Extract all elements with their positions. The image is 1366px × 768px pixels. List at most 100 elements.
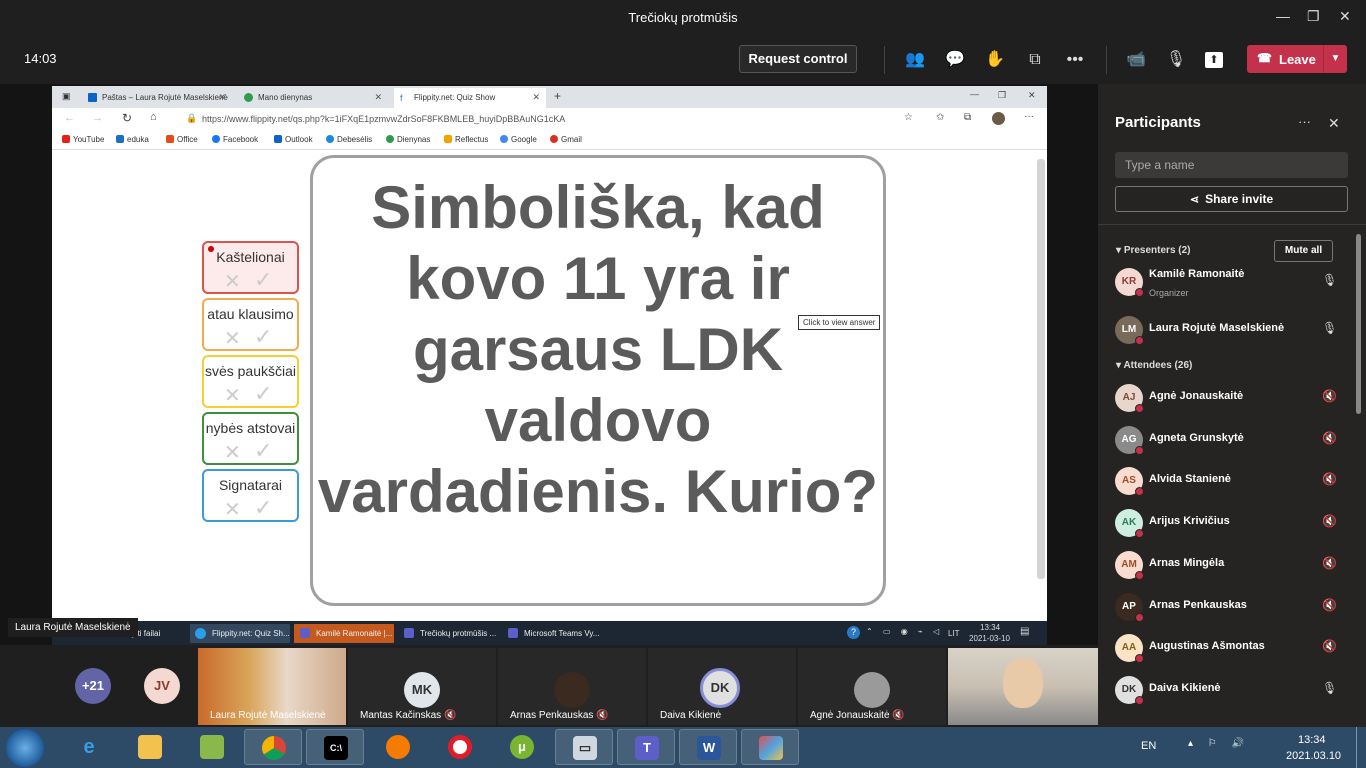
video-tile[interactable]: Agnė Jonauskaitė 🔇 — [798, 648, 946, 725]
taskbar-app[interactable]: μ — [493, 729, 551, 765]
task-item[interactable]: Kamilė Ramonaitė |... — [294, 624, 394, 643]
taskbar-app[interactable] — [183, 729, 241, 765]
correct-icon[interactable]: ✓ — [254, 381, 272, 406]
tab-dienynas[interactable]: Mano dienynas ✕ — [238, 88, 388, 108]
fav-eduka[interactable]: eduka — [116, 135, 149, 144]
participant-row[interactable]: AS Alvida Stanienė 🔇 — [1098, 461, 1366, 501]
participants-icon[interactable]: 👥 — [904, 49, 926, 71]
category-card[interactable]: Kaštelionai ✕ ✓ — [202, 241, 299, 294]
task-item[interactable]: Flippity.net: Quiz Sh... — [190, 624, 290, 643]
video-tile[interactable]: DK Daiva Kikienė — [648, 648, 796, 725]
mic-off-icon[interactable]: 🔇 — [1322, 639, 1337, 653]
fav-dienynas[interactable]: Dienynas — [386, 135, 430, 144]
fav-debeselis[interactable]: Debesėlis — [326, 135, 372, 144]
task-item[interactable]: Microsoft Teams Vy... — [502, 624, 606, 643]
page-scrollbar[interactable] — [1037, 159, 1045, 579]
correct-icon[interactable]: ✓ — [254, 324, 272, 349]
language-indicator[interactable]: LIT — [948, 629, 960, 638]
maximize-icon[interactable]: ❐ — [998, 90, 1006, 101]
tab-actions-icon[interactable]: ▣ — [62, 91, 71, 102]
help-icon[interactable]: ? — [847, 626, 860, 639]
overflow-participants[interactable]: +21 — [75, 668, 111, 704]
participant-row[interactable]: AP Arnas Penkauskas 🔇 — [1098, 587, 1366, 627]
fav-reflectus[interactable]: Reflectus — [444, 135, 488, 144]
home-icon[interactable]: ⌂ — [150, 111, 157, 123]
mic-off-icon[interactable]: 🔇 — [1322, 556, 1337, 570]
self-video-tile[interactable] — [948, 648, 1098, 725]
wrong-icon[interactable]: ✕ — [224, 383, 241, 406]
close-tab-icon[interactable]: ✕ — [532, 92, 540, 103]
language-indicator[interactable]: EN — [1141, 740, 1156, 752]
panel-scrollbar[interactable] — [1356, 234, 1361, 414]
microphone-icon[interactable]: 🎙 — [1322, 681, 1337, 695]
video-tile[interactable]: Arnas Penkauskas 🔇 — [498, 648, 646, 725]
mute-all-button[interactable]: Mute all — [1274, 240, 1333, 262]
video-tile[interactable]: Laura Rojutė Maselskienė — [198, 648, 346, 725]
correct-icon[interactable]: ✓ — [254, 267, 272, 292]
category-card[interactable]: atau klausimo ✕ ✓ — [202, 298, 299, 351]
mic-off-icon[interactable]: 🔇 — [1322, 598, 1337, 612]
clock-date[interactable]: 2021.03.10 — [1286, 750, 1341, 762]
fav-google[interactable]: Google — [500, 135, 537, 144]
minimize-icon[interactable]: — — [970, 89, 979, 99]
presenters-header[interactable]: ▾ Presenters (2) — [1116, 245, 1191, 256]
category-card[interactable]: Signatarai ✕ ✓ — [202, 469, 299, 522]
close-tab-icon[interactable]: ✕ — [374, 92, 382, 103]
mic-off-icon[interactable]: 🔇 — [1322, 431, 1337, 445]
microphone-icon[interactable]: 🎙 — [1165, 49, 1187, 71]
participant-avatar[interactable]: JV — [144, 668, 180, 704]
share-invite-button[interactable]: ⋖ Share invite — [1115, 186, 1348, 212]
new-tab-icon[interactable]: + — [554, 89, 561, 103]
participant-row[interactable]: LM Laura Rojutė Maselskienė 🎙 — [1098, 310, 1366, 350]
favorites-list-icon[interactable]: ✩ — [936, 112, 944, 123]
participant-row[interactable]: AA Augustinas Ašmontas 🔇 — [1098, 628, 1366, 668]
back-icon[interactable]: ← — [64, 112, 75, 124]
search-input[interactable]: Type a name — [1115, 152, 1348, 178]
taskbar-app[interactable]: e — [60, 729, 118, 765]
start-button[interactable] — [6, 729, 44, 767]
tray-icons[interactable]: ▴ ⚐ 🔊 — [1188, 738, 1250, 749]
favorite-star-icon[interactable]: ☆ — [904, 112, 913, 123]
show-desktop-button[interactable] — [1356, 727, 1366, 768]
tab-mail[interactable]: Paštas – Laura Rojutė Maselskienė ✕ — [82, 88, 232, 108]
collections-icon[interactable]: ⧉ — [964, 112, 971, 123]
leave-button[interactable]: ☎ Leave ▼ — [1247, 45, 1347, 73]
wrong-icon[interactable]: ✕ — [224, 326, 241, 349]
chat-icon[interactable]: 💬 — [944, 49, 966, 71]
close-tab-icon[interactable]: ✕ — [218, 92, 226, 103]
minimize-icon[interactable]: — — [1276, 8, 1290, 24]
participant-row[interactable]: AK Arijus Krivičius 🔇 — [1098, 503, 1366, 543]
taskbar-app[interactable] — [121, 729, 179, 765]
taskbar-app[interactable] — [431, 729, 489, 765]
clock-time[interactable]: 13:34 — [1298, 734, 1326, 746]
notification-icon[interactable]: ▤ — [1020, 626, 1029, 637]
chevron-down-icon[interactable]: ▼ — [1323, 45, 1347, 73]
taskbar-app[interactable]: T — [617, 729, 675, 765]
mic-off-icon[interactable]: 🔇 — [1322, 389, 1337, 403]
wrong-icon[interactable]: ✕ — [224, 497, 241, 520]
close-icon[interactable]: ✕ — [1339, 8, 1351, 25]
more-options-icon[interactable]: ··· — [1024, 111, 1034, 122]
fav-youtube[interactable]: YouTube — [62, 135, 104, 144]
question-card[interactable]: Simboliška, kad kovo 11 yra ir garsaus L… — [310, 155, 886, 606]
taskbar-app[interactable] — [369, 729, 427, 765]
fav-outlook[interactable]: Outlook — [274, 135, 313, 144]
mic-off-icon[interactable]: 🔇 — [1322, 514, 1337, 528]
wrong-icon[interactable]: ✕ — [224, 440, 241, 463]
participant-row[interactable]: AM Arnas Mingėla 🔇 — [1098, 545, 1366, 585]
correct-icon[interactable]: ✓ — [254, 495, 272, 520]
participant-row[interactable]: DK Daiva Kikienė 🎙 — [1098, 670, 1366, 710]
rooms-icon[interactable]: ⧉ — [1024, 49, 1046, 71]
more-options-icon[interactable]: ··· — [1298, 114, 1311, 129]
mic-off-icon[interactable]: 🔇 — [1322, 472, 1337, 486]
video-tile[interactable]: MK Mantas Kačinskas 🔇 — [348, 648, 496, 725]
camera-icon[interactable]: 📹 — [1125, 49, 1147, 71]
fav-facebook[interactable]: Facebook — [212, 135, 258, 144]
participant-row[interactable]: AJ Agnė Jonauskaitė 🔇 — [1098, 378, 1366, 418]
taskbar-app[interactable] — [741, 729, 799, 765]
profile-avatar[interactable] — [992, 112, 1005, 125]
taskbar-app[interactable]: ▭ — [555, 729, 613, 765]
participant-row[interactable]: AG Agneta Grunskytė 🔇 — [1098, 420, 1366, 460]
taskbar-app[interactable]: W — [679, 729, 737, 765]
participant-row[interactable]: KR Kamilė Ramonaitė Organizer 🎙 — [1098, 262, 1366, 302]
